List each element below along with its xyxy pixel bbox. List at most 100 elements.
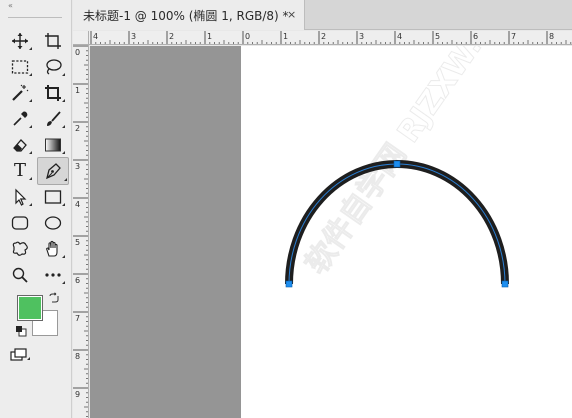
ruler-label: 9: [75, 390, 80, 399]
ruler-label: 1: [283, 32, 288, 41]
pen-tool-button[interactable]: [37, 157, 69, 185]
eraser-icon: [13, 139, 27, 152]
ruler-label: 3: [359, 32, 364, 41]
ruler-label: 1: [207, 32, 212, 41]
horizontal-ruler[interactable]: 4 3 2 1 0 1 2 3 4 5 6 7 8: [89, 31, 572, 45]
ruler-label: 2: [321, 32, 326, 41]
rectangle-shape-icon: [44, 190, 62, 204]
panel-grip[interactable]: «: [0, 0, 72, 20]
type-tool-icon: T: [13, 160, 26, 181]
move-tool-button[interactable]: [7, 29, 33, 53]
ruler-label: 3: [75, 162, 80, 171]
submenu-corner: [62, 99, 65, 102]
brush-button[interactable]: [40, 107, 66, 131]
ruler-label: 0: [245, 32, 250, 41]
artboard-tool-button[interactable]: [40, 29, 66, 53]
ruler-label: 4: [397, 32, 402, 41]
ruler-label: 8: [549, 32, 554, 41]
gradient-button[interactable]: [40, 133, 66, 157]
pen-tool-icon: [46, 163, 61, 180]
pasteboard: [90, 46, 241, 418]
anchor-point-left[interactable]: [285, 280, 293, 288]
rectangular-marquee-icon: [11, 60, 29, 74]
rectangle-shape-button[interactable]: [40, 185, 66, 209]
document-tab[interactable]: 未标题-1 @ 100% (椭圆 1, RGB/8) * ×: [73, 0, 305, 30]
submenu-corner: [29, 177, 32, 180]
vertical-ruler-marks: 0 1 2 3 4 5 6 7 8 9: [73, 45, 88, 417]
swap-colors-icon[interactable]: [48, 292, 60, 304]
artwork: 软件自学网 RJZXW.COM: [285, 46, 534, 288]
submenu-corner: [29, 203, 32, 206]
rounded-rectangle-button[interactable]: [7, 211, 33, 235]
vertical-ruler[interactable]: 0 1 2 3 4 5 6 7 8 9: [73, 45, 89, 418]
submenu-corner: [29, 73, 32, 76]
ellipse-icon: [44, 216, 62, 230]
anchor-point-top[interactable]: [393, 160, 401, 168]
lasso-icon: [46, 59, 62, 75]
ruler-label: 6: [473, 32, 478, 41]
ruler-label: 3: [131, 32, 136, 41]
ruler-label: 1: [75, 86, 80, 95]
ruler-label: 7: [511, 32, 516, 41]
zoom-button[interactable]: [7, 263, 33, 287]
path-selection-icon: [15, 188, 27, 206]
submenu-corner: [62, 125, 65, 128]
artboard-tool-icon: [45, 33, 61, 49]
document-tab-title: 未标题-1 @ 100% (椭圆 1, RGB/8) *: [83, 8, 289, 23]
magic-wand-icon: [12, 84, 29, 101]
custom-shape-button[interactable]: [7, 237, 33, 261]
hand-icon: [46, 240, 58, 257]
ruler-label: 2: [75, 124, 80, 133]
zoom-icon: [12, 267, 28, 283]
ruler-origin[interactable]: [73, 31, 89, 45]
submenu-corner: [62, 203, 65, 206]
ruler-label: 0: [75, 48, 80, 57]
ruler-label: 5: [75, 238, 80, 247]
foreground-color-swatch[interactable]: [17, 295, 43, 321]
more-tools-button[interactable]: [40, 263, 66, 287]
ruler-label: 2: [169, 32, 174, 41]
lasso-button[interactable]: [40, 55, 66, 79]
custom-shape-icon: [12, 241, 28, 256]
magic-wand-button[interactable]: [7, 81, 33, 105]
submenu-corner: [62, 255, 65, 258]
close-tab-icon[interactable]: ×: [287, 8, 296, 21]
eraser-button[interactable]: [7, 133, 33, 157]
ellipse-button[interactable]: [40, 211, 66, 235]
crop-button[interactable]: [40, 81, 66, 105]
submenu-corner: [29, 151, 32, 154]
hand-button[interactable]: [40, 237, 66, 261]
default-colors-icon[interactable]: [15, 325, 27, 337]
submenu-corner: [29, 47, 32, 50]
document-tab-bar: 未标题-1 @ 100% (椭圆 1, RGB/8) * ×: [73, 0, 572, 30]
ruler-label: 8: [75, 352, 80, 361]
submenu-corner: [62, 151, 65, 154]
document-canvas[interactable]: 软件自学网 RJZXW.COM: [241, 46, 572, 418]
tools-panel: « T: [0, 0, 72, 418]
crop-icon: [45, 85, 61, 101]
type-tool-button[interactable]: T: [7, 159, 33, 183]
move-tool-icon: [12, 33, 28, 49]
ruler-label: 7: [75, 314, 80, 323]
gradient-icon: [45, 138, 61, 152]
collapse-panel-icon[interactable]: «: [8, 2, 13, 10]
submenu-corner: [29, 125, 32, 128]
horizontal-ruler-marks: 4 3 2 1 0 1 2 3 4 5 6 7 8: [90, 31, 572, 44]
submenu-corner: [64, 178, 67, 181]
brush-icon: [47, 111, 61, 126]
rectangular-marquee-button[interactable]: [7, 55, 33, 79]
screen-mode-icon[interactable]: [10, 347, 30, 363]
eyedropper-button[interactable]: [7, 107, 33, 131]
ruler-label: 5: [435, 32, 440, 41]
anchor-point-right[interactable]: [501, 280, 509, 288]
submenu-corner: [29, 99, 32, 102]
ruler-label: 6: [75, 276, 80, 285]
eyedropper-icon: [13, 111, 28, 126]
grip-divider: [8, 17, 62, 18]
path-selection-button[interactable]: [7, 185, 33, 209]
ruler-label: 4: [75, 200, 80, 209]
ruler-label: 4: [93, 32, 98, 41]
submenu-corner: [62, 281, 65, 284]
submenu-corner: [62, 73, 65, 76]
more-tools-icon: [45, 273, 61, 277]
